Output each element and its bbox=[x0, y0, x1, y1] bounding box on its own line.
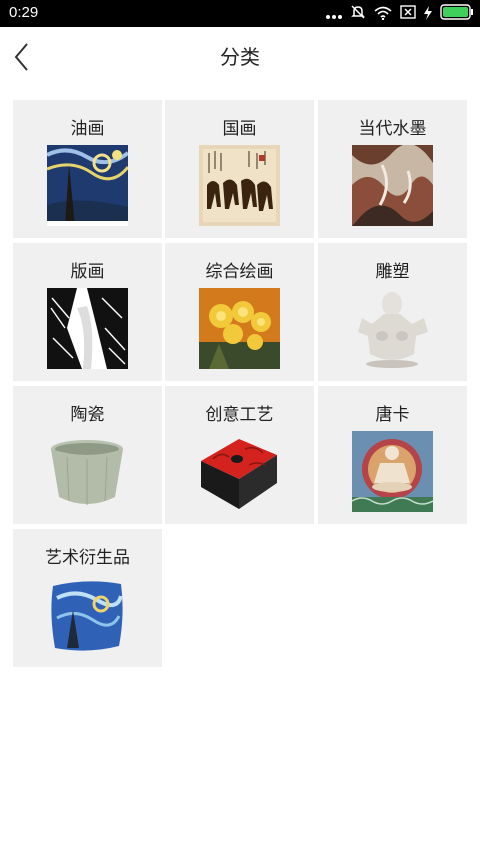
status-bar: 0:29 bbox=[0, 0, 480, 27]
chevron-left-icon bbox=[6, 43, 42, 81]
wifi-icon bbox=[374, 5, 392, 24]
category-label: 油画 bbox=[70, 119, 105, 139]
oil-painting-thumbnail bbox=[47, 145, 128, 226]
ceramics-thumbnail bbox=[47, 431, 128, 512]
app-header: 分类 bbox=[0, 27, 480, 87]
category-tile-art-derivatives[interactable]: 艺术衍生品 bbox=[13, 529, 162, 667]
category-tile-thangka[interactable]: 唐卡 bbox=[318, 386, 467, 524]
category-tile-chinese-painting[interactable]: 国画 bbox=[165, 100, 314, 238]
dots-icon bbox=[326, 5, 342, 24]
chinese-painting-thumbnail bbox=[199, 145, 280, 226]
category-tile-oil-painting[interactable]: 油画 bbox=[13, 100, 162, 238]
category-tile-mixed-painting[interactable]: 综合绘画 bbox=[165, 243, 314, 381]
category-tile-printmaking[interactable]: 版画 bbox=[13, 243, 162, 381]
category-label: 国画 bbox=[222, 119, 257, 139]
category-label: 艺术衍生品 bbox=[45, 548, 130, 568]
category-label: 陶瓷 bbox=[70, 405, 105, 425]
thangka-thumbnail bbox=[352, 431, 433, 512]
status-icons bbox=[326, 4, 474, 24]
category-label: 唐卡 bbox=[375, 405, 410, 425]
category-tile-creative-crafts[interactable]: 创意工艺 bbox=[165, 386, 314, 524]
category-tile-contemporary-ink[interactable]: 当代水墨 bbox=[318, 100, 467, 238]
category-label: 雕塑 bbox=[375, 262, 410, 282]
mixed-painting-thumbnail bbox=[199, 288, 280, 369]
category-label: 创意工艺 bbox=[205, 405, 274, 425]
creative-crafts-thumbnail bbox=[199, 431, 280, 512]
art-derivatives-thumbnail bbox=[47, 574, 128, 655]
category-label: 综合绘画 bbox=[205, 262, 274, 282]
contemporary-ink-thumbnail bbox=[352, 145, 433, 226]
category-label: 版画 bbox=[70, 262, 105, 282]
back-button[interactable] bbox=[6, 37, 42, 77]
category-tile-ceramics[interactable]: 陶瓷 bbox=[13, 386, 162, 524]
printmaking-thumbnail bbox=[47, 288, 128, 369]
category-label: 当代水墨 bbox=[358, 119, 427, 139]
page-title: 分类 bbox=[220, 45, 260, 69]
charging-icon bbox=[424, 5, 432, 24]
sculpture-thumbnail bbox=[352, 288, 433, 369]
status-time: 0:29 bbox=[9, 4, 39, 21]
mute-icon bbox=[350, 4, 366, 24]
battery-icon bbox=[440, 4, 474, 24]
category-tile-sculpture[interactable]: 雕塑 bbox=[318, 243, 467, 381]
sim-x-icon bbox=[400, 4, 416, 24]
